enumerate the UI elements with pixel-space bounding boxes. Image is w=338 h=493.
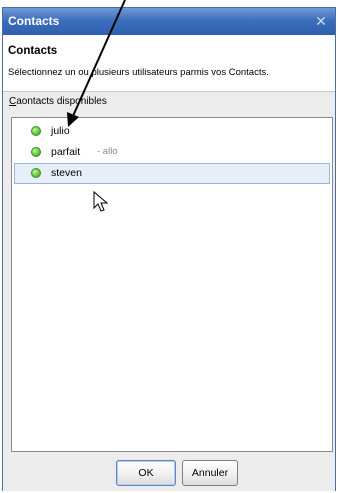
header-description: Sélectionnez un ou plusieurs utilisateur… bbox=[8, 67, 269, 78]
close-icon[interactable]: ✕ bbox=[311, 11, 331, 31]
contact-name: steven bbox=[51, 167, 82, 179]
ok-button[interactable]: OK bbox=[116, 460, 176, 486]
window-title: Contacts bbox=[8, 14, 60, 28]
contact-name: parfait bbox=[51, 146, 81, 158]
list-item-julio[interactable]: julio bbox=[14, 121, 330, 142]
cancel-button[interactable]: Annuler bbox=[182, 460, 238, 486]
contact-status-message: - allo bbox=[97, 146, 118, 157]
label-text: aontacts disponibles bbox=[16, 96, 107, 107]
list-item-steven[interactable]: steven bbox=[14, 163, 330, 184]
online-status-icon bbox=[31, 168, 41, 178]
contacts-list[interactable]: julio parfait - allo steven bbox=[11, 117, 333, 452]
contact-name: julio bbox=[51, 125, 70, 137]
list-item-parfait[interactable]: parfait - allo bbox=[14, 142, 330, 163]
contacts-list-label: Caontacts disponibles bbox=[9, 96, 107, 107]
online-status-icon bbox=[31, 126, 41, 136]
contacts-dialog: Contacts ✕ Contacts Sélectionnez un ou p… bbox=[2, 7, 336, 491]
header-title: Contacts bbox=[8, 45, 58, 57]
dialog-footer: OK Annuler bbox=[3, 455, 335, 491]
online-status-icon bbox=[31, 147, 41, 157]
dialog-header: Contacts Sélectionnez un ou plusieurs ut… bbox=[3, 35, 335, 92]
title-bar[interactable]: Contacts ✕ bbox=[3, 8, 335, 35]
